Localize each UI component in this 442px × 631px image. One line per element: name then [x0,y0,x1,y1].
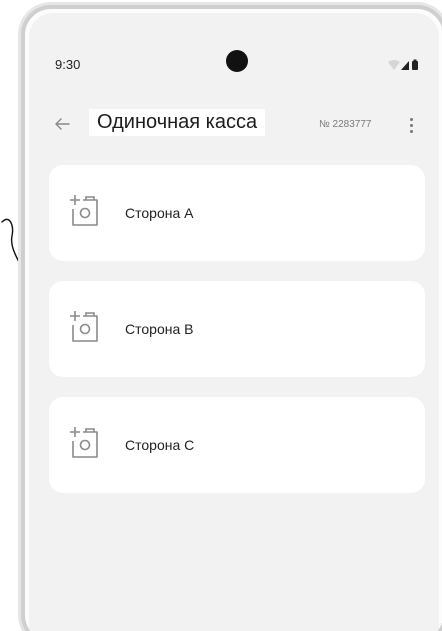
app-screen: 9:30 Одиночная касса № 2283777 Сторона А… [29,13,439,631]
phone-frame: 9:30 Одиночная касса № 2283777 Сторона А… [21,5,442,631]
app-header: Одиночная касса № 2283777 [29,105,439,145]
add-photo-icon [70,195,98,226]
add-photo-icon [70,311,98,342]
register-number: № 2283777 [319,119,372,130]
cell-signal-icon [401,61,409,70]
front-camera [226,50,248,72]
wifi-icon [388,60,400,70]
page-title: Одиночная касса [89,109,266,136]
status-time: 9:30 [55,57,81,72]
more-menu-button[interactable] [403,113,419,137]
card-label: Сторона А [125,205,194,221]
more-vertical-icon [409,117,413,121]
status-bar: 9:30 [29,13,439,113]
side-card-a[interactable]: Сторона А [49,165,425,261]
status-icons [388,59,418,70]
card-label: Сторона В [125,321,194,337]
arrow-left-icon [55,118,70,130]
card-label: Сторона С [125,437,195,453]
add-photo-icon [70,427,98,458]
battery-icon [412,59,418,70]
side-card-b[interactable]: Сторона В [49,281,425,377]
side-card-c[interactable]: Сторона С [49,397,425,493]
back-button[interactable] [51,113,73,135]
